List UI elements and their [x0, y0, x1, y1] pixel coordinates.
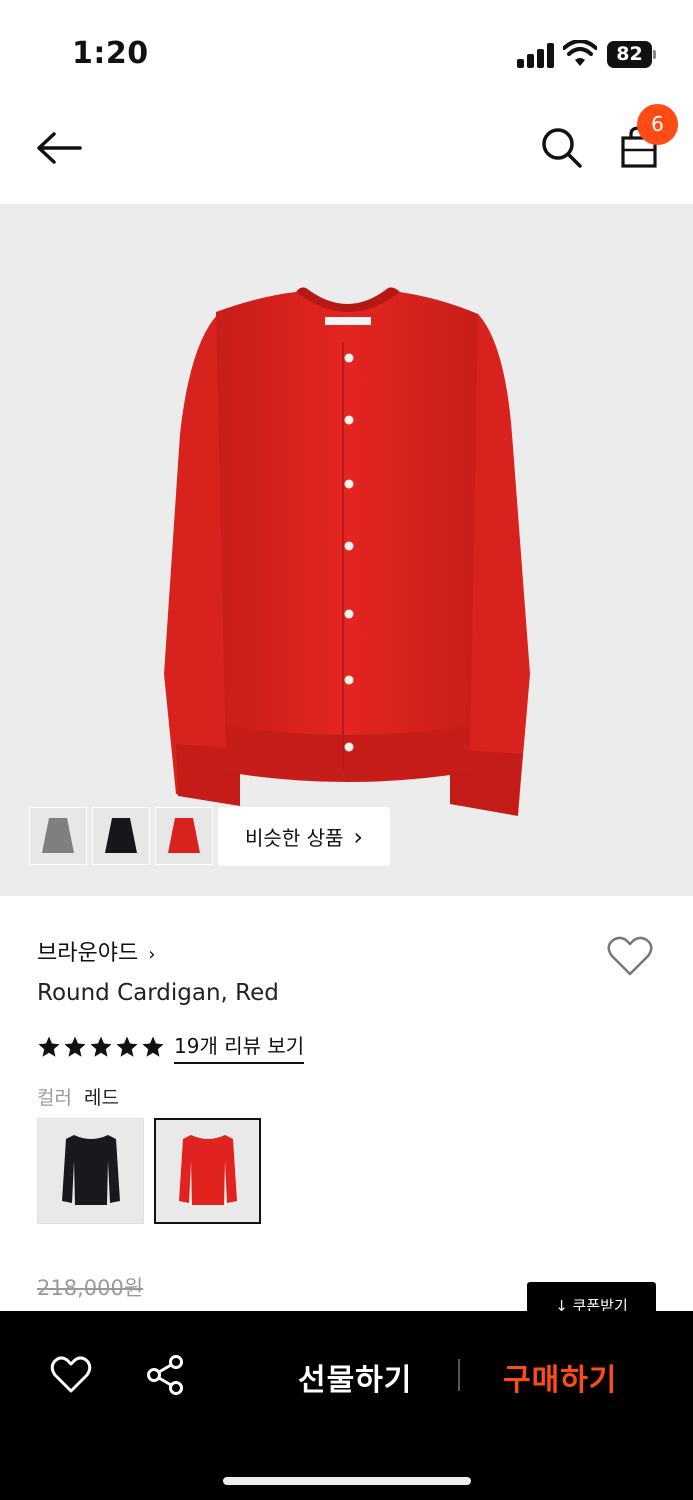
thumbnail-black[interactable] [92, 807, 150, 865]
brand-link[interactable]: 브라운야드 › [37, 935, 155, 967]
color-label: 컬러 [37, 1087, 72, 1109]
star-icon [38, 1036, 60, 1057]
grey-cardigan-icon [42, 818, 74, 853]
star-icon [142, 1036, 164, 1057]
star-icon [64, 1036, 86, 1057]
reviews-link[interactable]: 19개 리뷰 보기 [174, 1030, 305, 1064]
product-title: Round Cardigan, Red [37, 980, 279, 1006]
swatch-black[interactable] [37, 1118, 144, 1224]
red-cardigan-icon [168, 818, 200, 853]
divider [458, 1359, 460, 1391]
red-cardigan-icon [178, 1135, 237, 1205]
color-swatches [37, 1118, 261, 1224]
thumbnail-grey[interactable] [29, 807, 87, 865]
cardigan-image [164, 287, 530, 816]
similar-products-button[interactable]: 비슷한 상품 › [218, 807, 390, 866]
star-rating [37, 1035, 165, 1059]
star-icon [90, 1036, 112, 1057]
thumbnail-red[interactable] [155, 807, 213, 865]
brand-name: 브라운야드 [37, 941, 139, 966]
similar-products-label: 비슷한 상품 [245, 826, 344, 850]
product-image[interactable]: 비슷한 상품 › [0, 204, 693, 896]
heart-icon[interactable] [50, 1355, 92, 1395]
status-bar: 1:20 82 [0, 0, 693, 100]
original-price: 218,000원 [37, 1276, 144, 1300]
color-selection-label: 컬러 레드 [37, 1083, 119, 1110]
black-cardigan-icon [105, 818, 137, 853]
top-navigation [0, 100, 693, 204]
color-thumbnails [29, 807, 213, 865]
rating-row: 19개 리뷰 보기 [37, 1030, 305, 1064]
bottom-action-bar: 선물하기 구매하기 [0, 1311, 693, 1500]
home-indicator[interactable] [223, 1477, 471, 1485]
color-value: 레드 [83, 1087, 119, 1109]
black-cardigan-icon [61, 1135, 120, 1205]
status-time: 1:20 [72, 36, 149, 71]
star-icon [116, 1036, 138, 1057]
chevron-right-icon: › [353, 822, 363, 851]
battery-level: 82 [607, 41, 652, 68]
back-arrow-icon[interactable] [34, 126, 84, 170]
share-icon[interactable] [146, 1355, 186, 1395]
cart-count-badge: 6 [637, 104, 678, 145]
cellular-signal-icon [517, 42, 555, 68]
wifi-icon [563, 40, 597, 66]
search-icon[interactable] [538, 124, 584, 170]
buy-button[interactable]: 구매하기 [503, 1355, 617, 1399]
gift-button[interactable]: 선물하기 [298, 1355, 412, 1399]
battery-icon: 82 [607, 41, 657, 68]
wishlist-heart-icon[interactable] [606, 934, 654, 978]
chevron-right-icon: › [148, 944, 156, 965]
swatch-red-selected[interactable] [154, 1118, 261, 1224]
